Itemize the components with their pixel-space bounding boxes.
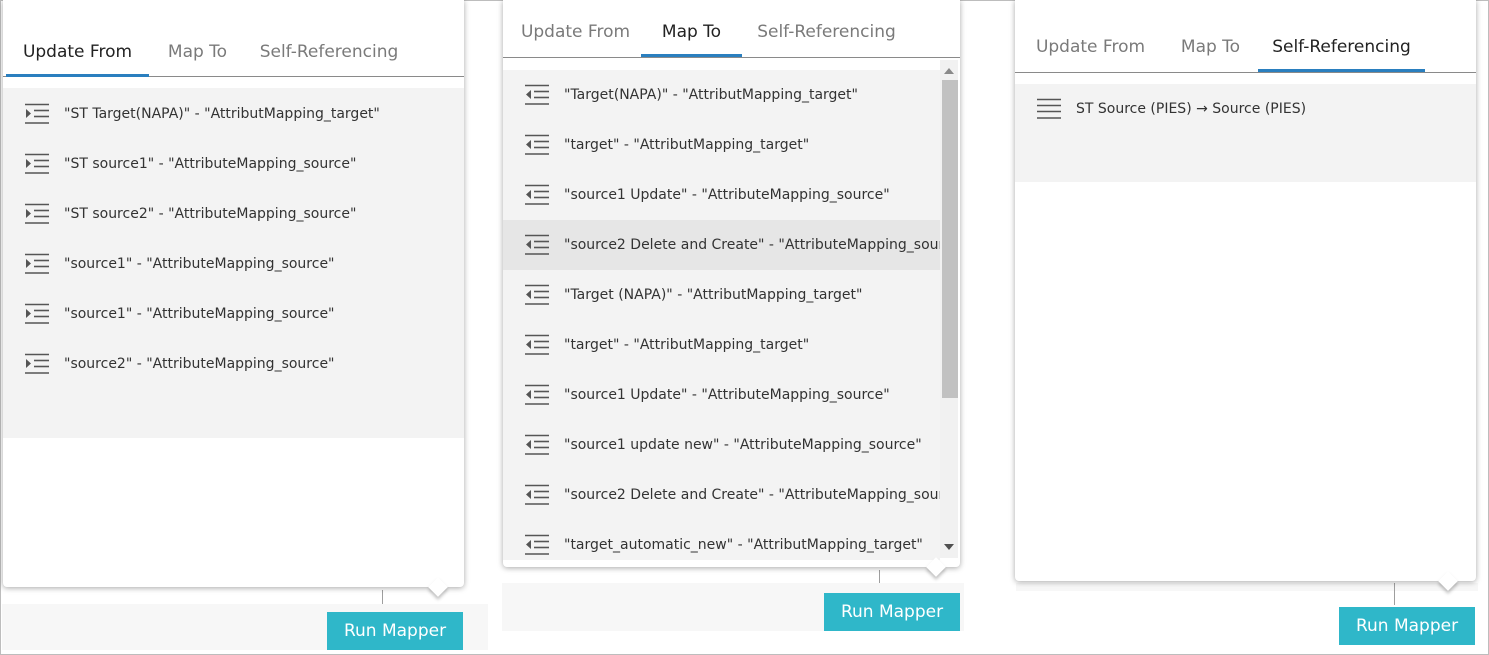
list-item-label: "source2 Delete and Create" - "Attribute… xyxy=(564,487,940,503)
list-item[interactable]: "source2 Delete and Create" - "Attribute… xyxy=(503,470,940,520)
indent-icon xyxy=(25,253,49,275)
list-item[interactable]: "ST Target(NAPA)" - "AttributMapping_tar… xyxy=(3,89,464,139)
tab-map-to[interactable]: Map To xyxy=(1173,25,1248,71)
run-mapper-button[interactable]: Run Mapper xyxy=(1339,607,1475,645)
mapping-list: "ST Target(NAPA)" - "AttributMapping_tar… xyxy=(3,88,464,438)
tab-self-referencing[interactable]: Self-Referencing xyxy=(255,30,403,76)
list-item[interactable]: "target" - "AttributMapping_target" xyxy=(503,320,940,370)
run-mapper-button[interactable]: Run Mapper xyxy=(824,593,960,631)
list-item[interactable]: "source1 update new" - "AttributeMapping… xyxy=(503,420,940,470)
background-toolbar-right xyxy=(1016,583,1478,591)
outdent-icon xyxy=(525,534,549,556)
list-item-label: "Target(NAPA)" - "AttributMapping_target… xyxy=(564,87,858,103)
background-divider xyxy=(1394,583,1395,605)
indent-icon xyxy=(25,153,49,175)
indent-icon xyxy=(25,103,49,125)
outdent-icon xyxy=(525,84,549,106)
list-item[interactable]: "Target(NAPA)" - "AttributMapping_target… xyxy=(503,70,940,120)
mapping-list: ST Source (PIES) → Source (PIES) xyxy=(1015,84,1476,182)
run-mapper-button[interactable]: Run Mapper xyxy=(327,612,463,650)
outdent-icon xyxy=(525,284,549,306)
list-item[interactable]: "source1 Update" - "AttributeMapping_sou… xyxy=(503,370,940,420)
background-divider xyxy=(879,570,880,583)
outdent-icon xyxy=(525,484,549,506)
list-item-label: "target" - "AttributMapping_target" xyxy=(564,137,810,153)
outdent-icon xyxy=(525,334,549,356)
list-item-label: "source1 Update" - "AttributeMapping_sou… xyxy=(564,387,890,403)
lines-icon xyxy=(1037,98,1061,120)
outdent-icon xyxy=(525,134,549,156)
list-item[interactable]: "target_automatic_new" - "AttributMappin… xyxy=(503,520,940,560)
list-item-label: "ST source2" - "AttributeMapping_source" xyxy=(64,206,357,222)
list-item[interactable]: "target" - "AttributMapping_target" xyxy=(503,120,940,170)
popup-panel-update-from: Update From Map To Self-Referencing "ST … xyxy=(3,0,464,587)
tab-bar: Update From Map To Self-Referencing xyxy=(3,30,464,77)
scrollbar-thumb[interactable] xyxy=(942,80,958,398)
outdent-icon xyxy=(525,384,549,406)
tab-map-to[interactable]: Map To xyxy=(159,30,236,76)
list-item[interactable]: "source2 Delete and Create" - "Attribute… xyxy=(503,220,940,270)
tab-bar: Update From Map To Self-Referencing xyxy=(1015,25,1476,73)
tab-update-from[interactable]: Update From xyxy=(1029,25,1152,71)
list-item[interactable]: "source1" - "AttributeMapping_source" xyxy=(3,239,464,289)
list-item-label: "Target (NAPA)" - "AttributMapping_targe… xyxy=(564,287,863,303)
outdent-icon xyxy=(525,234,549,256)
tab-update-from[interactable]: Update From xyxy=(6,30,149,77)
list-item-label: "source1" - "AttributeMapping_source" xyxy=(64,306,335,322)
popup-panel-self-referencing: Update From Map To Self-Referencing ST S… xyxy=(1015,0,1476,581)
tab-map-to[interactable]: Map To xyxy=(641,10,742,57)
list-item[interactable]: "ST source2" - "AttributeMapping_source" xyxy=(3,189,464,239)
list-item[interactable]: ST Source (PIES) → Source (PIES) xyxy=(1015,84,1476,134)
list-item-label: "source1 update new" - "AttributeMapping… xyxy=(564,437,922,453)
list-item-label: "ST source1" - "AttributeMapping_source" xyxy=(64,156,357,172)
tab-self-referencing[interactable]: Self-Referencing xyxy=(1258,25,1425,72)
list-item-label: "ST Target(NAPA)" - "AttributMapping_tar… xyxy=(64,106,380,122)
tab-bar: Update From Map To Self-Referencing xyxy=(503,10,960,58)
scroll-up-arrow[interactable] xyxy=(944,68,954,74)
popup-panel-map-to: Update From Map To Self-Referencing "Tar… xyxy=(503,0,960,567)
indent-icon xyxy=(25,303,49,325)
tab-self-referencing[interactable]: Self-Referencing xyxy=(753,10,900,56)
list-item-label: "source1" - "AttributeMapping_source" xyxy=(64,256,335,272)
list-item[interactable]: "source1" - "AttributeMapping_source" xyxy=(3,289,464,339)
indent-icon xyxy=(25,353,49,375)
list-item-label: "source2 Delete and Create" - "Attribute… xyxy=(564,237,940,253)
indent-icon xyxy=(25,203,49,225)
list-item[interactable]: "source1 Update" - "AttributeMapping_sou… xyxy=(503,170,940,220)
outdent-icon xyxy=(525,184,549,206)
list-item[interactable]: "ST source1" - "AttributeMapping_source" xyxy=(3,139,464,189)
list-item-label: "target_automatic_new" - "AttributMappin… xyxy=(564,537,923,553)
tab-update-from[interactable]: Update From xyxy=(508,10,643,56)
mapping-list: "Target(NAPA)" - "AttributMapping_target… xyxy=(503,70,940,560)
list-scrollbar[interactable] xyxy=(940,60,958,558)
list-item[interactable]: "Target (NAPA)" - "AttributMapping_targe… xyxy=(503,270,940,320)
scroll-down-arrow[interactable] xyxy=(944,544,954,550)
list-item-label: ST Source (PIES) → Source (PIES) xyxy=(1076,101,1307,117)
list-item[interactable]: "source2" - "AttributeMapping_source" xyxy=(3,339,464,389)
outdent-icon xyxy=(525,434,549,456)
background-divider xyxy=(382,590,383,604)
list-item-label: "target" - "AttributMapping_target" xyxy=(564,337,810,353)
list-item-label: "source1 Update" - "AttributeMapping_sou… xyxy=(564,187,890,203)
list-item-label: "source2" - "AttributeMapping_source" xyxy=(64,356,335,372)
